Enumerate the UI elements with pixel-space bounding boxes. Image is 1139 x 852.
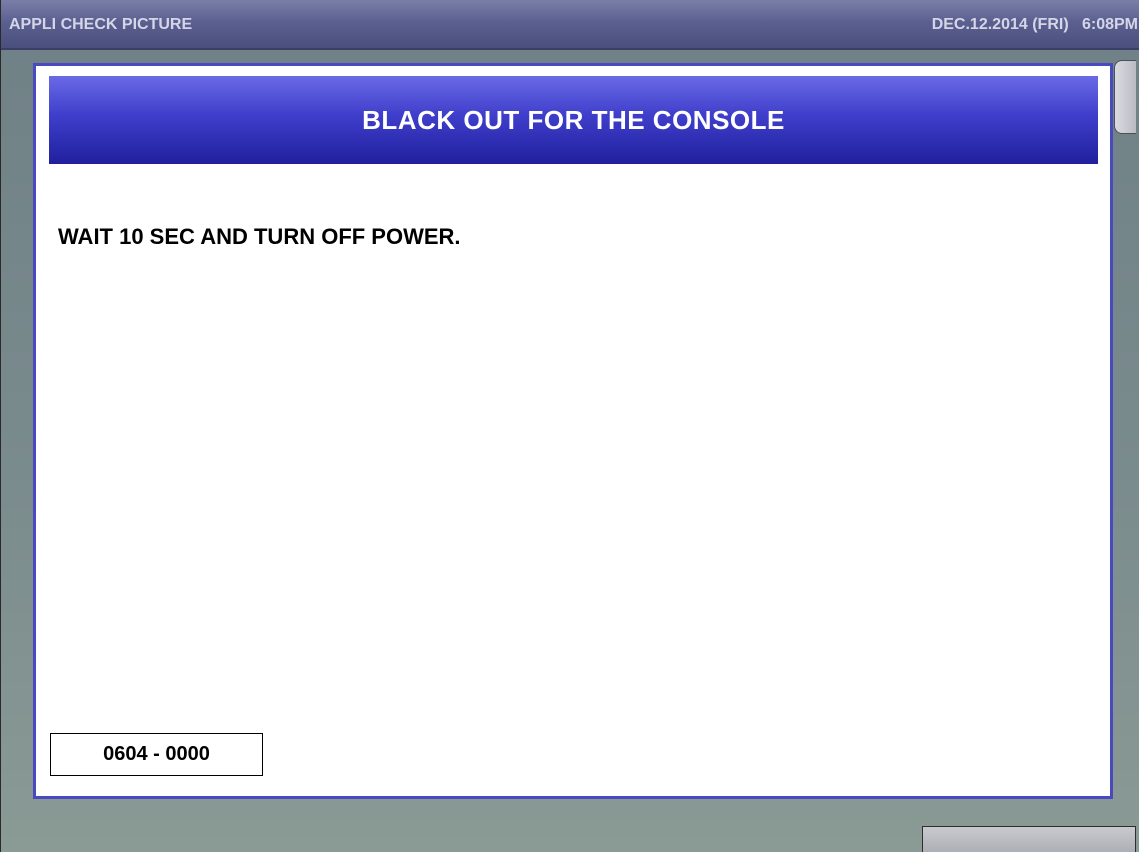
date-time: DEC.12.2014 (FRI) 6:08PM: [931, 16, 1138, 33]
side-tab-button[interactable]: [1114, 60, 1136, 134]
message-dialog: BLACK OUT FOR THE CONSOLE WAIT 10 SEC AN…: [33, 63, 1113, 799]
screen: APPLI CHECK PICTURE DEC.12.2014 (FRI) 6:…: [0, 0, 1139, 852]
bottom-button[interactable]: [922, 826, 1136, 852]
dialog-title: BLACK OUT FOR THE CONSOLE: [362, 104, 785, 135]
app-title: APPLI CHECK PICTURE: [9, 16, 193, 33]
title-bar: APPLI CHECK PICTURE DEC.12.2014 (FRI) 6:…: [1, 0, 1139, 50]
dialog-message: WAIT 10 SEC AND TURN OFF POWER.: [58, 224, 461, 249]
dialog-header: BLACK OUT FOR THE CONSOLE: [49, 76, 1098, 164]
error-code-box: 0604 - 0000: [50, 733, 263, 776]
